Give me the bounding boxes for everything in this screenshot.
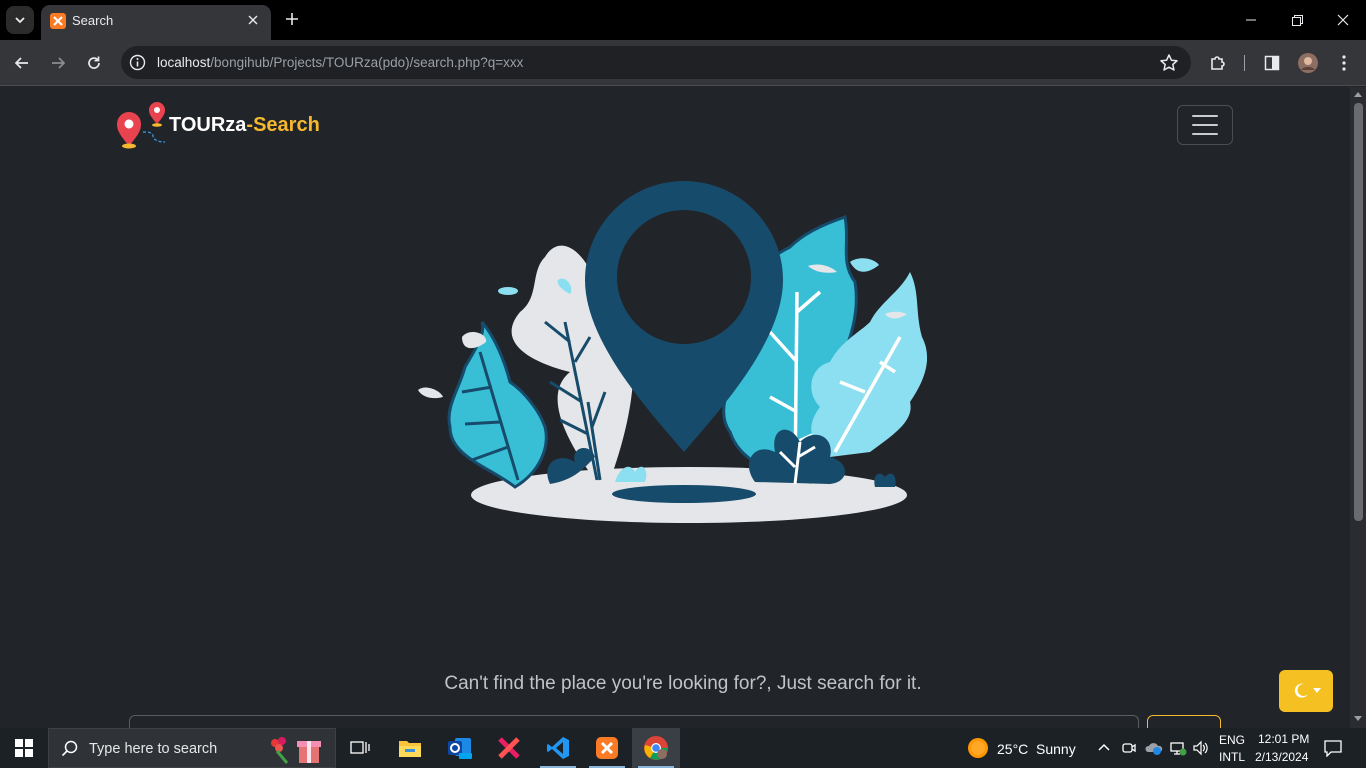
taskbar-xampp-tool[interactable]: [485, 728, 533, 768]
taskbar-task-view[interactable]: [336, 728, 384, 768]
bookmark-star-icon[interactable]: [1159, 53, 1179, 73]
outlook-icon: [448, 738, 472, 759]
task-view-icon: [350, 741, 370, 754]
extensions-button[interactable]: [1204, 49, 1232, 77]
map-pins-logo-icon: [117, 102, 166, 149]
windows-logo-icon: [15, 739, 33, 757]
clock-date[interactable]: 2/13/2024: [1255, 750, 1308, 764]
close-window-button[interactable]: [1320, 0, 1366, 40]
xampp-favicon-icon: [50, 13, 66, 29]
location-pin-illustration: [418, 181, 928, 523]
hamburger-line-icon: [1192, 133, 1218, 135]
onedrive-icon[interactable]: [1145, 740, 1163, 756]
close-icon: [1337, 14, 1349, 26]
navbar-toggle-button[interactable]: [1177, 105, 1233, 145]
taskbar-xampp[interactable]: [583, 728, 631, 768]
taskbar-vscode[interactable]: [534, 728, 582, 768]
language-primary[interactable]: ENG: [1219, 733, 1245, 747]
language-secondary[interactable]: INTL: [1219, 750, 1245, 764]
page-scrollbar[interactable]: [1350, 87, 1366, 728]
chrome-menu-button[interactable]: [1330, 49, 1358, 77]
brand-name-main: TOURza: [169, 113, 247, 136]
profile-avatar[interactable]: [1294, 49, 1322, 77]
caret-down-icon: [1312, 688, 1321, 693]
chevron-up-icon[interactable]: [1098, 742, 1110, 752]
windows-taskbar: Type here to search 25°C Sunny ENG INTL …: [0, 728, 1366, 768]
url-host: localhost: [157, 55, 211, 70]
reload-button[interactable]: [80, 49, 108, 77]
web-page: TOURza-Search Can't find the place you'r…: [0, 87, 1350, 728]
toolbar-separator: [1244, 55, 1245, 71]
search-tagline: Can't find the place you're looking for?…: [444, 673, 922, 694]
reload-icon: [88, 56, 100, 69]
weather-temperature[interactable]: 25°C: [997, 741, 1028, 757]
browser-tab-strip: Search: [0, 0, 1366, 40]
address-bar[interactable]: localhost/bongihub/Projects/TOURza(pdo)/…: [121, 46, 1191, 79]
sunny-weather-icon[interactable]: [967, 737, 989, 759]
restore-button[interactable]: [1274, 0, 1320, 40]
search-icon: [61, 740, 78, 757]
minimize-icon: [1246, 19, 1256, 21]
back-button[interactable]: [8, 49, 36, 77]
tab-search-button[interactable]: [6, 6, 34, 34]
arrow-left-icon: [14, 57, 28, 69]
taskbar-search-box[interactable]: Type here to search: [48, 728, 336, 768]
folder-icon: [399, 741, 421, 757]
new-tab-button[interactable]: [281, 8, 303, 30]
puzzle-icon: [1211, 56, 1225, 70]
gift-bouquet-icon: [271, 737, 321, 764]
volume-icon[interactable]: [1192, 740, 1210, 756]
taskbar-outlook[interactable]: [436, 728, 484, 768]
avatar-icon: [1298, 53, 1318, 73]
theme-toggle-button[interactable]: [1279, 670, 1333, 712]
chevron-down-icon: [15, 17, 25, 24]
chrome-icon: [644, 736, 668, 760]
close-icon: [248, 15, 258, 25]
site-info-icon[interactable]: [129, 54, 146, 71]
url-text: localhost/bongihub/Projects/TOURza(pdo)/…: [157, 55, 523, 70]
taskbar-file-explorer[interactable]: [386, 728, 434, 768]
clock-time[interactable]: 12:01 PM: [1258, 732, 1309, 746]
brand-name: TOURza-Search: [169, 114, 320, 137]
brand-logo[interactable]: TOURza-Search: [115, 100, 320, 150]
arrow-right-icon: [52, 57, 66, 69]
notification-icon[interactable]: [1324, 739, 1342, 757]
taskbar-chrome[interactable]: [632, 728, 680, 768]
x-logo-icon: [498, 737, 520, 759]
scroll-down-arrow-icon[interactable]: [1354, 716, 1362, 721]
weather-condition[interactable]: Sunny: [1036, 741, 1076, 757]
network-icon[interactable]: [1169, 740, 1187, 756]
scrollbar-thumb[interactable]: [1354, 103, 1363, 521]
search-button[interactable]: [1147, 715, 1221, 728]
side-panel-button[interactable]: [1258, 49, 1286, 77]
brand-name-accent: Search: [253, 113, 320, 136]
plus-icon: [286, 13, 298, 25]
browser-toolbar: localhost/bongihub/Projects/TOURza(pdo)/…: [0, 40, 1366, 86]
side-panel-icon: [1264, 55, 1280, 71]
scroll-up-arrow-icon[interactable]: [1354, 92, 1362, 97]
vscode-icon: [547, 737, 569, 759]
xampp-icon: [596, 737, 618, 759]
restore-icon: [1291, 14, 1303, 26]
url-path: /bongihub/Projects/TOURza(pdo)/search.ph…: [210, 55, 524, 70]
search-input[interactable]: [129, 715, 1139, 728]
tab-close-button[interactable]: [243, 10, 263, 30]
moon-icon: [1294, 683, 1308, 698]
taskbar-search-placeholder: Type here to search: [89, 741, 218, 757]
hamburger-line-icon: [1192, 115, 1218, 117]
hamburger-line-icon: [1192, 124, 1218, 126]
tab-title: Search: [72, 13, 114, 28]
minimize-button[interactable]: [1228, 0, 1274, 40]
tab-search[interactable]: Search: [41, 5, 271, 40]
start-button[interactable]: [0, 728, 48, 768]
kebab-menu-icon: [1342, 55, 1346, 71]
meet-now-icon[interactable]: [1121, 740, 1137, 756]
forward-button[interactable]: [44, 49, 72, 77]
